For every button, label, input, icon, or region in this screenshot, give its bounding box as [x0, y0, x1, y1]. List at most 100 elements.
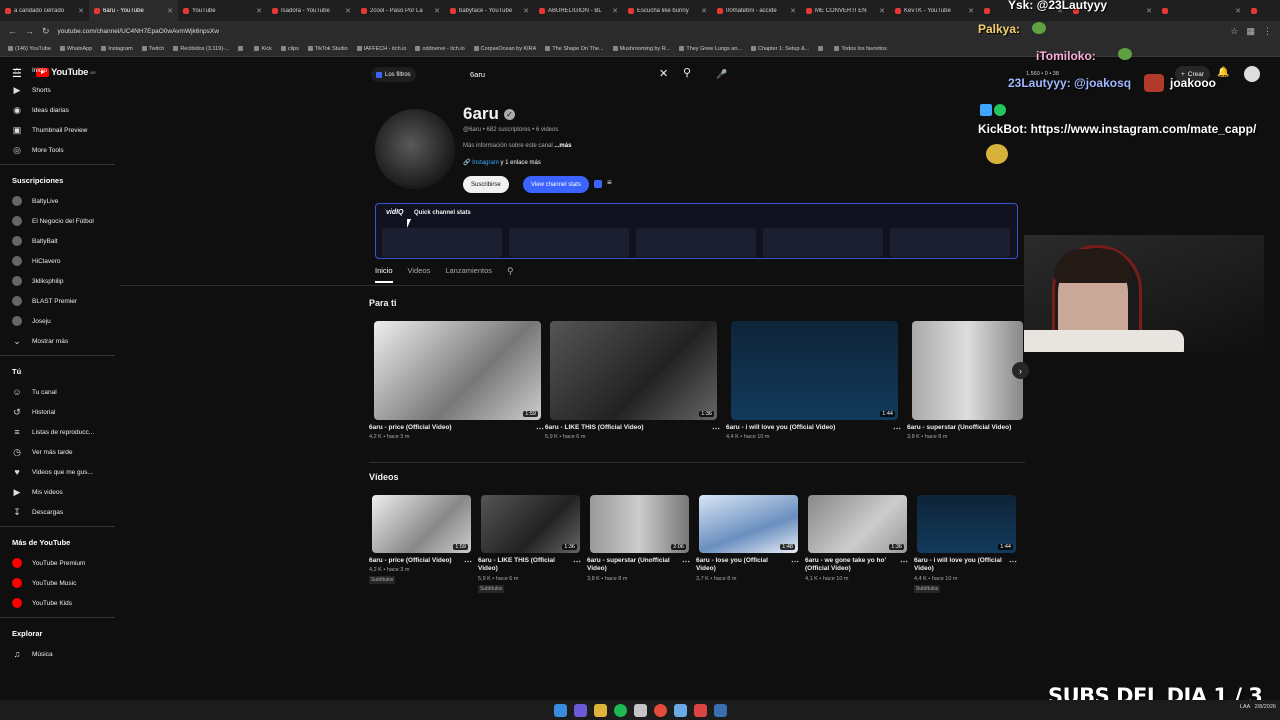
channel-search-icon[interactable]: ⚲	[507, 266, 514, 283]
start-icon[interactable]	[553, 703, 567, 717]
bookmark-item[interactable]: clips	[280, 46, 299, 52]
bookmark-item[interactable]: oddnerve - itch.io	[415, 46, 465, 52]
video-info[interactable]: 6aru - i will love you (Official Video) 4…	[726, 424, 901, 440]
browser-tab[interactable]: babyface - YouTube ✕	[445, 0, 534, 21]
sidebar-item[interactable]: BaltyBalt	[0, 231, 118, 251]
file-explorer-icon[interactable]	[593, 703, 607, 717]
video-title[interactable]: 6aru - LIKE THIS (Official Video)	[545, 424, 720, 432]
forward-icon[interactable]: →	[25, 26, 34, 36]
video-title[interactable]: 6aru - i will love you (Official Video)	[914, 557, 1004, 574]
close-tab-icon[interactable]: ✕	[523, 7, 529, 15]
app-icon[interactable]	[673, 703, 687, 717]
sidebar-item[interactable]: ♫ Música	[0, 644, 118, 664]
filters-chip[interactable]: Los filtros	[371, 67, 416, 82]
bookmark-item[interactable]: Instagram	[101, 46, 133, 52]
bookmark-item[interactable]: WhatsApp	[59, 46, 92, 52]
more-options-icon[interactable]: ⋯	[536, 424, 544, 433]
browser-tab[interactable]: 00matebrii - accide ✕	[712, 0, 801, 21]
sidebar-item[interactable]: Joseju	[0, 311, 118, 331]
close-tab-icon[interactable]: ✕	[968, 7, 974, 15]
video-thumbnail[interactable]: 1:48	[699, 495, 798, 553]
close-tab-icon[interactable]: ✕	[701, 7, 707, 15]
video-info[interactable]: 6aru - LIKE THIS (Official Video) 5,9 K •…	[545, 424, 720, 440]
bookmark-item[interactable]: Chapter 1: Setup &...	[750, 46, 809, 52]
bookmark-item[interactable]: TikTok Studio	[307, 46, 348, 52]
sidebar-item[interactable]: ⌂ Inicio	[0, 60, 118, 80]
video-title[interactable]: 6aru - lose you (Official Video)	[696, 557, 786, 574]
back-icon[interactable]: ←	[8, 26, 17, 36]
more-options-icon[interactable]: ⋯	[1009, 557, 1017, 566]
video-thumbnail[interactable]: 2:06	[590, 495, 689, 553]
close-tab-icon[interactable]: ✕	[256, 7, 262, 15]
bookmark-item[interactable]: Recibidos (3.119)-...	[173, 46, 229, 52]
sidebar-item[interactable]: YouTube Premium	[0, 553, 118, 573]
browser-tab[interactable]: Escucha like bunny ✕	[623, 0, 712, 21]
sidebar-item[interactable]: BLAST Premier	[0, 291, 118, 311]
video-info[interactable]: 6aru - we gone take yo ho' (Official Vid…	[805, 557, 895, 582]
close-tab-icon[interactable]: ✕	[345, 7, 351, 15]
more-options-icon[interactable]: ⋯	[712, 424, 720, 433]
video-thumbnail[interactable]	[912, 321, 1023, 420]
tab-videos[interactable]: Videos	[408, 266, 431, 283]
bookmark-item[interactable]	[238, 46, 245, 51]
sidebar-item[interactable]: ◎ More Tools	[0, 140, 118, 160]
video-title[interactable]: 6aru - LIKE THIS (Official Video)	[478, 557, 568, 574]
app-icon[interactable]	[633, 703, 647, 717]
video-info[interactable]: 6aru - price (Official Video) 4,2 K • hac…	[369, 557, 459, 585]
sidebar-item[interactable]: ↧ Descargas	[0, 502, 118, 522]
close-tab-icon[interactable]: ✕	[167, 7, 173, 15]
video-title[interactable]: 6aru - superstar (Unofficial Video)	[907, 424, 1082, 432]
video-info[interactable]: 6aru - LIKE THIS (Official Video) 5,9 K •…	[478, 557, 568, 593]
close-tab-icon[interactable]: ✕	[434, 7, 440, 15]
sidebar-item[interactable]: ◉ Ideas diarias	[0, 100, 118, 120]
browser-tab[interactable]: KevTK - YouTube ✕	[890, 0, 979, 21]
sidebar-item[interactable]: ⌄ Mostrar más	[0, 331, 118, 351]
sidebar-item[interactable]: ◷ Ver más tarde	[0, 442, 118, 462]
bookmark-item[interactable]: IAFFECH - itch.io	[356, 46, 406, 52]
tab-lanzamientos[interactable]: Lanzamientos	[445, 266, 492, 283]
video-info[interactable]: 6aru - superstar (Unofficial Video) 3,8 K…	[587, 557, 677, 582]
tab-inicio[interactable]: Inicio	[375, 266, 393, 283]
vidiq-icon[interactable]	[594, 180, 602, 188]
sidebar-item[interactable]: BaltyLive	[0, 191, 118, 211]
bookmark-item[interactable]: Mushrooming by R...	[612, 46, 670, 52]
browser-tab[interactable]: YouTube ✕	[178, 0, 267, 21]
sidebar-item[interactable]: ▣ Thumbnail Preview	[0, 120, 118, 140]
steam-icon[interactable]	[713, 703, 727, 717]
bookmark-item[interactable]: They Grew Lungs an...	[679, 46, 742, 52]
sidebar-item[interactable]: ♥ Videos que me gus...	[0, 462, 118, 482]
more-options-icon[interactable]: ⋯	[791, 557, 799, 566]
browser-tab[interactable]: a candado cerrado ✕	[0, 0, 89, 21]
channel-links[interactable]: 🔗 Instagram y 1 enlace más	[463, 159, 541, 166]
video-title[interactable]: 6aru - i will love you (Official Video)	[726, 424, 901, 432]
browser-tab[interactable]: 2cool - Paso Por La ✕	[356, 0, 445, 21]
menu-lines-icon[interactable]: ≡	[607, 178, 612, 187]
sidebar-item[interactable]: YouTube Music	[0, 573, 118, 593]
video-title[interactable]: 6aru - we gone take yo ho' (Official Vid…	[805, 557, 895, 574]
more-options-icon[interactable]: ⋯	[682, 557, 690, 566]
more-options-icon[interactable]: ⋯	[464, 557, 472, 566]
more-options-icon[interactable]: ⋯	[893, 424, 901, 433]
mic-icon[interactable]: 🎤	[712, 65, 732, 83]
video-title[interactable]: 6aru - superstar (Unofficial Video)	[587, 557, 677, 574]
more-options-icon[interactable]: ⋯	[573, 557, 581, 566]
video-thumbnail[interactable]: 1:44	[731, 321, 898, 420]
view-channel-stats-button[interactable]: View channel stats	[523, 176, 589, 193]
chrome-icon[interactable]	[653, 703, 667, 717]
section-subscriptions[interactable]: Suscripciones	[0, 169, 118, 191]
search-icon[interactable]: ⚲	[683, 66, 691, 79]
sidebar-item[interactable]: ↺ Historial	[0, 402, 118, 422]
next-arrow-icon[interactable]: ›	[1012, 362, 1029, 379]
sidebar-item[interactable]: HiClavero	[0, 251, 118, 271]
video-thumbnail[interactable]: 1:44	[917, 495, 1016, 553]
sidebar-item[interactable]: El Negocio del Fútbol	[0, 211, 118, 231]
video-thumbnail[interactable]: 1:36	[808, 495, 907, 553]
video-thumbnail[interactable]: 1:59	[372, 495, 471, 553]
sidebar-item[interactable]: ▶ Mis videos	[0, 482, 118, 502]
clear-search-icon[interactable]: ✕	[659, 67, 668, 80]
section-you[interactable]: Tú	[0, 360, 118, 382]
bookmark-item[interactable]: CorpseOcean by KIRA	[473, 46, 536, 52]
close-tab-icon[interactable]: ✕	[879, 7, 885, 15]
search-input[interactable]: 6aru	[463, 64, 679, 84]
video-info[interactable]: 6aru - lose you (Official Video) 3,7 K • …	[696, 557, 786, 582]
